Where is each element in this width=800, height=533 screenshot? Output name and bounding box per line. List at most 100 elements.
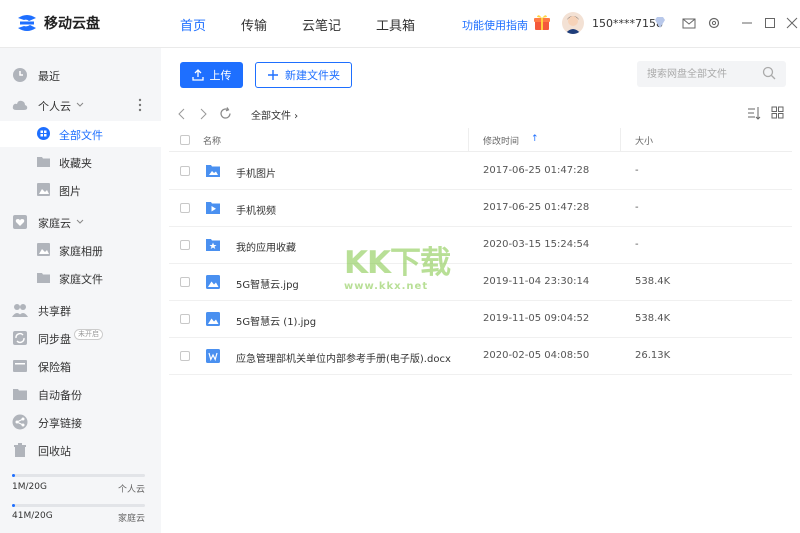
sidebar-item-recent[interactable]: 最近 xyxy=(0,62,161,88)
sidebar-item-safe-box[interactable]: 保险箱 xyxy=(0,353,161,379)
file-size: - xyxy=(635,239,639,250)
word-file-icon xyxy=(206,349,220,363)
family-storage-fill xyxy=(12,504,15,507)
sort-ascending-icon[interactable]: ↑ xyxy=(531,134,539,144)
sidebar-item-label: 自动备份 xyxy=(38,389,82,402)
grid-view-icon[interactable] xyxy=(771,106,784,119)
account-phone[interactable]: 150****7158 xyxy=(592,17,663,30)
sidebar-item-family-album[interactable]: 家庭相册 xyxy=(0,237,161,263)
sidebar-item-personal-cloud[interactable]: 个人云 xyxy=(0,92,161,118)
column-size[interactable]: 大小 xyxy=(635,134,653,147)
row-checkbox[interactable] xyxy=(180,166,190,176)
minimize-icon[interactable] xyxy=(740,16,754,30)
row-checkbox[interactable] xyxy=(180,351,190,361)
sidebar-item-label: 收藏夹 xyxy=(59,157,92,170)
column-modified[interactable]: 修改时间 xyxy=(483,134,519,147)
column-name[interactable]: 名称 xyxy=(203,134,221,147)
avatar[interactable] xyxy=(562,12,584,34)
table-row[interactable]: 应急管理部机关单位内部参考手册(电子版).docx 2020-02-05 04:… xyxy=(169,338,792,375)
feature-guide-link[interactable]: 功能使用指南 xyxy=(462,17,528,33)
nav-toolbox[interactable]: 工具箱 xyxy=(376,15,415,34)
upload-button[interactable]: 上传 xyxy=(180,62,243,88)
folder-icon xyxy=(37,273,50,283)
sidebar-item-family-cloud[interactable]: 家庭云 xyxy=(0,209,161,235)
table-header: 名称 修改时间 ↑ 大小 xyxy=(169,128,792,152)
forward-arrow-icon[interactable] xyxy=(199,108,207,120)
nav-home[interactable]: 首页 xyxy=(180,15,206,34)
safe-box-icon xyxy=(13,360,27,372)
row-checkbox[interactable] xyxy=(180,314,190,324)
plus-icon xyxy=(268,70,278,80)
column-divider[interactable] xyxy=(620,128,621,152)
file-size: - xyxy=(635,202,639,213)
sidebar-item-label: 回收站 xyxy=(38,445,71,458)
file-name[interactable]: 5G智慧云.jpg xyxy=(236,276,299,291)
family-storage-bar xyxy=(12,504,145,507)
file-name[interactable]: 5G智慧云 (1).jpg xyxy=(236,313,316,328)
family-heart-icon xyxy=(13,215,27,229)
backup-folder-icon xyxy=(13,389,27,400)
sidebar-item-label: 共享群 xyxy=(38,305,71,318)
upload-button-label: 上传 xyxy=(209,69,232,82)
table-row[interactable]: 5G智慧云 (1).jpg 2019-11-05 09:04:52 538.4K xyxy=(169,301,792,338)
file-modified: 2019-11-04 23:30:14 xyxy=(483,276,590,287)
file-name[interactable]: 手机视频 xyxy=(236,202,276,217)
folder-icon xyxy=(37,157,50,167)
column-divider[interactable] xyxy=(468,128,469,152)
sidebar-item-share-link[interactable]: 分享链接 xyxy=(0,409,161,435)
people-group-icon xyxy=(12,304,28,317)
file-name[interactable]: 我的应用收藏 xyxy=(236,239,296,254)
sort-order-icon[interactable] xyxy=(747,106,761,120)
sidebar-item-share-group[interactable]: 共享群 xyxy=(0,297,161,323)
cloud-logo-icon xyxy=(18,15,36,31)
share-icon xyxy=(12,414,28,430)
table-row[interactable]: 手机图片 2017-06-25 01:47:28 - xyxy=(169,153,792,190)
maximize-icon[interactable] xyxy=(763,16,777,30)
vip-diamond-icon[interactable] xyxy=(654,17,666,28)
nav-cloud-notes[interactable]: 云笔记 xyxy=(302,15,341,34)
upload-icon xyxy=(191,69,204,81)
row-checkbox[interactable] xyxy=(180,203,190,213)
table-row[interactable]: 手机视频 2017-06-25 01:47:28 - xyxy=(169,190,792,227)
sidebar-item-recycle-bin[interactable]: 回收站 xyxy=(0,437,161,463)
breadcrumb[interactable]: 全部文件 › xyxy=(251,107,298,122)
family-storage-used: 41M/20G xyxy=(12,511,53,521)
table-row[interactable]: 我的应用收藏 2020-03-15 15:24:54 - xyxy=(169,227,792,264)
new-folder-button-label: 新建文件夹 xyxy=(285,69,340,82)
cloud-icon xyxy=(12,100,28,110)
folder-star-icon xyxy=(206,239,220,251)
breadcrumb-bar: 全部文件 › xyxy=(161,102,800,126)
sidebar-item-favorites[interactable]: 收藏夹 xyxy=(0,149,161,175)
image-file-icon xyxy=(206,312,220,326)
table-row[interactable]: 5G智慧云.jpg 2019-11-04 23:30:14 538.4K xyxy=(169,264,792,301)
more-vertical-icon[interactable] xyxy=(138,98,142,112)
sidebar-item-label: 个人云 xyxy=(38,100,71,113)
nav-transfer[interactable]: 传输 xyxy=(241,15,267,34)
sidebar-item-label: 同步盘 xyxy=(38,333,71,346)
mail-icon[interactable] xyxy=(682,16,696,30)
folder-video-icon xyxy=(206,202,220,214)
sidebar-item-auto-backup[interactable]: 自动备份 xyxy=(0,381,161,407)
file-name[interactable]: 手机图片 xyxy=(236,165,276,180)
sidebar-item-family-files[interactable]: 家庭文件 xyxy=(0,265,161,291)
refresh-icon[interactable] xyxy=(219,107,232,120)
file-size: - xyxy=(635,165,639,176)
gift-icon[interactable] xyxy=(533,13,551,31)
trash-icon xyxy=(14,443,26,457)
search-icon[interactable] xyxy=(762,66,776,80)
row-checkbox[interactable] xyxy=(180,277,190,287)
sync-icon xyxy=(13,331,27,345)
sidebar-item-pictures[interactable]: 图片 xyxy=(0,177,161,203)
new-folder-button[interactable]: 新建文件夹 xyxy=(255,62,352,88)
back-arrow-icon[interactable] xyxy=(178,108,186,120)
sidebar-item-label: 全部文件 xyxy=(59,129,103,142)
sidebar-item-all-files[interactable]: 全部文件 xyxy=(0,121,161,147)
personal-storage-fill xyxy=(12,474,15,477)
sidebar-item-sync-disk[interactable]: 同步盘 未开启 xyxy=(0,325,161,351)
row-checkbox[interactable] xyxy=(180,240,190,250)
file-size: 26.13K xyxy=(635,350,671,361)
select-all-checkbox[interactable] xyxy=(180,135,190,145)
settings-gear-icon[interactable] xyxy=(707,16,721,30)
close-icon[interactable] xyxy=(785,16,799,30)
file-name[interactable]: 应急管理部机关单位内部参考手册(电子版).docx xyxy=(236,350,451,365)
